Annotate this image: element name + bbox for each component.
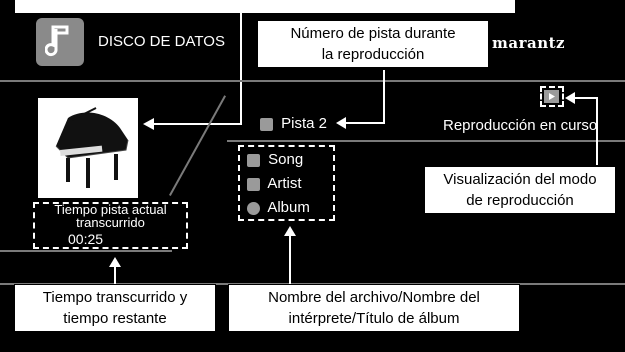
time-leader — [114, 265, 116, 285]
graph-slope — [169, 95, 227, 196]
time-label-line2: transcurrido — [76, 215, 145, 230]
graph-baseline — [0, 250, 172, 252]
play-icon — [549, 93, 555, 100]
header-divider — [0, 80, 625, 82]
grand-piano-artwork — [55, 107, 129, 188]
source-icon — [36, 18, 84, 66]
play-mode-leader-vertical — [596, 97, 598, 165]
track-number-label: Pista 2 — [281, 115, 328, 132]
track-number-callout-line1: Número de pista durante — [290, 25, 456, 42]
brand-logo: marantz — [492, 34, 566, 52]
time-callout-line2: tiempo restante — [63, 310, 167, 327]
time-arrowhead — [109, 257, 121, 267]
artwork-leader-horizontal — [152, 123, 242, 125]
artist-label: Artist — [267, 175, 302, 192]
source-label: DISCO DE DATOS — [98, 33, 225, 50]
track-number-callout-line2: la reproducción — [321, 46, 425, 63]
song-row: Song — [247, 151, 303, 168]
time-callout: Tiempo transcurrido y tiempo restante — [14, 284, 216, 332]
play-mode-leader-horizontal — [574, 97, 598, 99]
track-leader-vertical — [383, 70, 385, 124]
play-mode-callout-line1: Visualización del modo — [443, 171, 597, 188]
time-callout-line1: Tiempo transcurrido y — [42, 289, 188, 306]
graph-top — [227, 140, 625, 142]
music-note-icon — [45, 25, 69, 57]
track-number-callout: Número de pista durante la reproducción — [257, 20, 489, 68]
play-mode-arrowhead — [565, 92, 575, 104]
names-callout: Nombre del archivo/Nombre del intérprete… — [228, 284, 520, 332]
track-number: Pista 2 — [260, 115, 327, 132]
names-arrowhead — [284, 226, 296, 236]
song-label: Song — [268, 151, 304, 168]
artwork-callout-box — [14, 0, 516, 14]
names-callout-line2: intérprete/Título de álbum — [288, 310, 460, 327]
album-row: Album — [247, 199, 310, 216]
play-mode-callout-line2: de reproducción — [466, 192, 574, 209]
play-mode-callout: Visualización del modo de reproducción — [424, 166, 616, 214]
track-arrowhead — [336, 117, 346, 129]
album-icon — [247, 201, 260, 215]
song-icon — [247, 153, 260, 167]
playback-status: Reproducción en curso — [443, 117, 598, 134]
artwork-arrowhead — [143, 118, 154, 130]
track-leader-horizontal — [345, 122, 385, 124]
artist-row: Artist — [247, 175, 302, 192]
play-mode-icon — [544, 90, 559, 103]
album-artwork — [38, 98, 138, 198]
names-callout-line1: Nombre del archivo/Nombre del — [268, 289, 480, 306]
album-label: Album — [267, 199, 310, 216]
artwork-leader-vertical — [240, 12, 242, 125]
elapsed-time: 00:25 — [68, 231, 104, 247]
track-icon — [260, 117, 273, 131]
names-leader — [289, 234, 291, 284]
artist-icon — [247, 177, 260, 191]
